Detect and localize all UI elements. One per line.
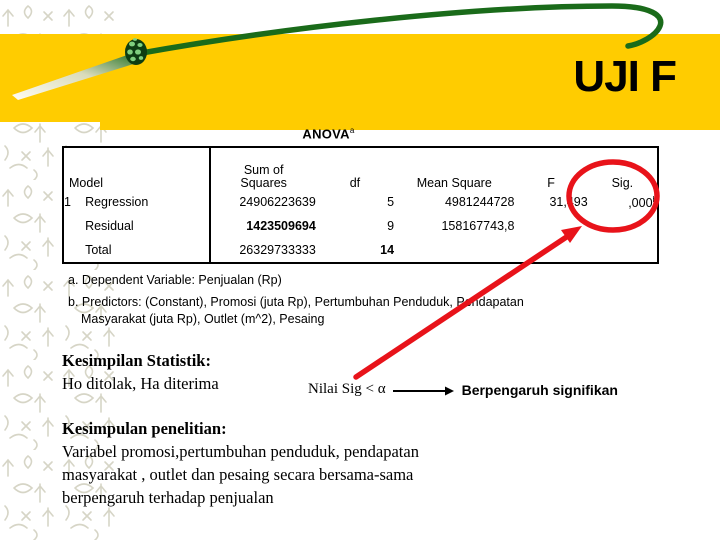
page-title: UJI F [573, 52, 677, 101]
right-arrow-icon [392, 384, 455, 396]
footnote-b: b. Predictors: (Constant), Promosi (juta… [68, 294, 668, 328]
cell-mean-square-residual: 158167743,8 [441, 219, 515, 234]
cell-source-total: Total [85, 243, 112, 258]
cell-model-number-blank [63, 214, 85, 238]
column-header-sum-of-squares-line1: Sum of [243, 163, 284, 178]
cell-mean-square-total [394, 238, 514, 263]
significance-rule: Nilai Sig < α Berpengaruh signifikan [308, 381, 618, 398]
cell-f-total [514, 238, 587, 263]
cell-sig-residual [588, 214, 658, 238]
kesimpulan-penelitian-heading: Kesimpulan penelitian: [62, 419, 227, 438]
significance-result: Berpengaruh signifikan [461, 381, 618, 398]
cell-sig-superscript: b [652, 194, 657, 204]
column-header-f: F [547, 176, 555, 191]
cell-f-regression: 31,493 [549, 195, 588, 210]
cell-sig-total [588, 238, 658, 263]
anova-caption-superscript: a [349, 126, 355, 135]
anova-caption: ANOVAa [62, 126, 595, 141]
anova-block: ANOVAa Model Sum of Squares df Mean Squa… [62, 126, 662, 265]
cell-sum-of-squares-regression: 24906223639 [209, 190, 316, 215]
column-header-df: df [349, 176, 361, 191]
kesimpulan-penelitian-line1: Variabel promosi,pertumbuhan penduduk, p… [62, 442, 419, 462]
footnote-b-line2: Masyarakat (juta Rp), Outlet (m^2), Pesa… [81, 311, 325, 326]
cell-sum-of-squares-residual: 1423509694 [209, 214, 316, 239]
column-header-sum-of-squares: Sum of Squares [209, 147, 316, 191]
anova-footnotes: a. Dependent Variable: Penjualan (Rp) b.… [68, 272, 668, 333]
cell-mean-square-regression: 4981244728 [444, 195, 515, 210]
cell-model-number-blank2 [63, 238, 85, 263]
cell-source-regression: Regression [85, 195, 149, 210]
table-header-row: Model Sum of Squares df Mean Square F Si… [63, 147, 658, 191]
cell-df-total: 14 [380, 243, 395, 258]
significance-condition: Nilai Sig < α [308, 381, 386, 397]
column-header-model: Model [69, 176, 104, 191]
footnote-b-line1: b. Predictors: (Constant), Promosi (juta… [68, 294, 524, 309]
cell-sum-of-squares-total: 26329733333 [209, 238, 316, 264]
column-header-sum-of-squares-line2: Squares [240, 176, 287, 191]
anova-caption-text: ANOVA [302, 126, 350, 142]
kesimpulan-statistik: Kesimpilan Statistik: Ho ditolak, Ha dit… [62, 350, 219, 395]
globe-icon [125, 38, 147, 65]
table-row: Total 26329733333 14 [63, 238, 658, 264]
footnote-a: a. Dependent Variable: Penjualan (Rp) [68, 273, 282, 287]
table-row: Residual 1423509694 9 158167743,8 [63, 214, 658, 239]
cell-df-residual: 9 [387, 219, 395, 234]
kesimpulan-penelitian-line2: masyarakat , outlet dan pesaing secara b… [62, 465, 414, 485]
kesimpulan-penelitian: Kesimpulan penelitian: Variabel promosi,… [62, 418, 419, 510]
column-header-sig: Sig. [611, 176, 634, 191]
cell-f-residual [514, 214, 587, 238]
slide-canvas: UJI F ANOVAa Model Sum of Squares df Mea… [0, 0, 720, 540]
cell-model-number: 1 [64, 195, 71, 210]
kesimpulan-statistik-heading: Kesimpilan Statistik: [62, 351, 211, 370]
cell-sig-value: ,000 [628, 195, 653, 210]
kesimpulan-penelitian-line3: berpengaruh terhadap penjualan [62, 488, 274, 508]
anova-table: Model Sum of Squares df Mean Square F Si… [62, 146, 659, 265]
cell-sig-regression: ,000b [588, 190, 658, 214]
table-row: 1 Regression 24906223639 5 4981244728 31… [63, 190, 658, 215]
kesimpulan-statistik-body: Ho ditolak, Ha diterima [62, 374, 219, 394]
cell-df-regression: 5 [387, 195, 395, 210]
column-header-mean-square: Mean Square [416, 176, 492, 191]
cell-source-residual: Residual [85, 219, 134, 234]
